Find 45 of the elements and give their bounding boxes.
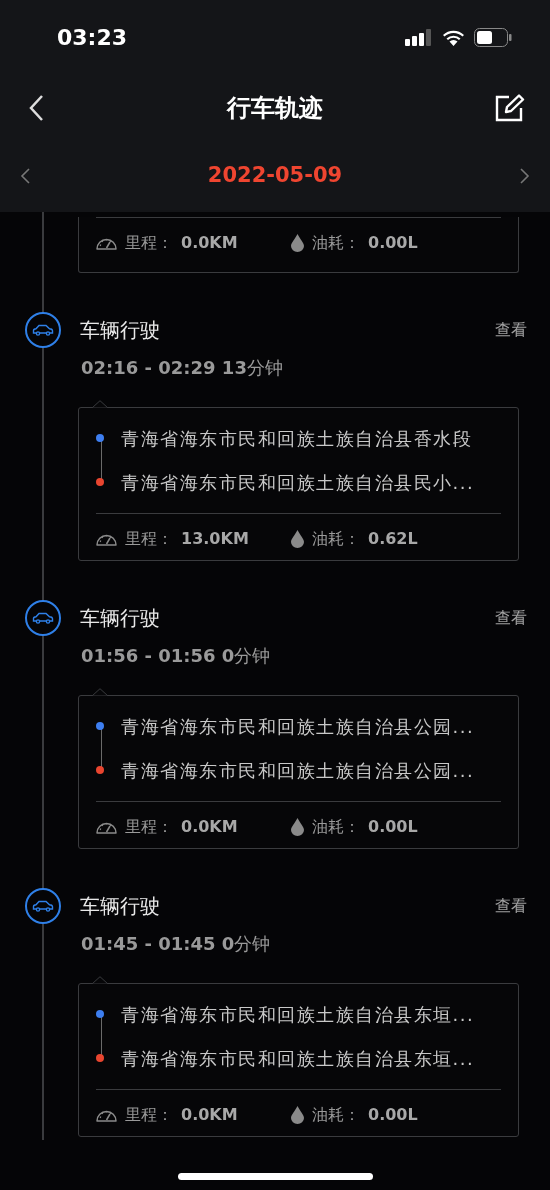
fuel-value: 0.62L: [368, 528, 418, 550]
mileage-value: 0.0KM: [181, 1104, 238, 1126]
mileage-label: 里程：: [125, 1104, 173, 1126]
mileage-value: 13.0KM: [181, 528, 249, 550]
fuel-value: 0.00L: [368, 1104, 418, 1126]
fuel-label: 油耗：: [312, 1104, 360, 1126]
view-link[interactable]: 查看: [495, 894, 527, 918]
trip-time: 01:45 - 01:45 0分钟: [81, 932, 271, 956]
edit-button[interactable]: [494, 91, 526, 124]
start-address: 青海省海东市民和回族土族自治县香水段: [121, 426, 472, 451]
wifi-icon: [442, 29, 465, 46]
car-badge-icon: [25, 312, 61, 348]
signal-icon: [405, 28, 433, 47]
trip-title: 车辆行驶: [80, 605, 160, 632]
drop-icon: [291, 530, 304, 548]
trip-time: 01:56 - 01:56 0分钟: [81, 644, 271, 668]
mileage-label: 里程：: [125, 232, 173, 254]
view-link[interactable]: 查看: [495, 606, 527, 630]
drop-icon: [291, 818, 304, 836]
mileage-value: 0.0KM: [181, 232, 238, 254]
trip-time: 02:16 - 02:29 13分钟: [81, 356, 283, 380]
drop-icon: [291, 1106, 304, 1124]
end-address: 青海省海东市民和回族土族自治县民小...: [121, 470, 475, 495]
fuel-label: 油耗：: [312, 816, 360, 838]
fuel-label: 油耗：: [312, 528, 360, 550]
car-badge-icon: [25, 888, 61, 924]
date-label: 2022-05-09: [207, 162, 343, 190]
fuel-value: 0.00L: [368, 232, 418, 254]
fuel-label: 油耗：: [312, 232, 360, 254]
status-time: 03:23: [57, 24, 128, 52]
mileage-value: 0.0KM: [181, 816, 238, 838]
end-address: 青海省海东市民和回族土族自治县公园...: [121, 758, 475, 783]
view-link[interactable]: 查看: [495, 318, 527, 342]
battery-icon: [474, 28, 512, 47]
drop-icon: [291, 234, 304, 252]
mileage-label: 里程：: [125, 816, 173, 838]
start-address: 青海省海东市民和回族土族自治县东垣...: [121, 1002, 475, 1027]
page-title: 行车轨迹: [227, 92, 323, 124]
start-address: 青海省海东市民和回族土族自治县公园...: [121, 714, 475, 739]
mileage-label: 里程：: [125, 528, 173, 550]
trip-title: 车辆行驶: [80, 893, 160, 920]
trip-title: 车辆行驶: [80, 317, 160, 344]
end-address: 青海省海东市民和回族土族自治县东垣...: [121, 1046, 475, 1071]
car-badge-icon: [25, 600, 61, 636]
fuel-value: 0.00L: [368, 816, 418, 838]
